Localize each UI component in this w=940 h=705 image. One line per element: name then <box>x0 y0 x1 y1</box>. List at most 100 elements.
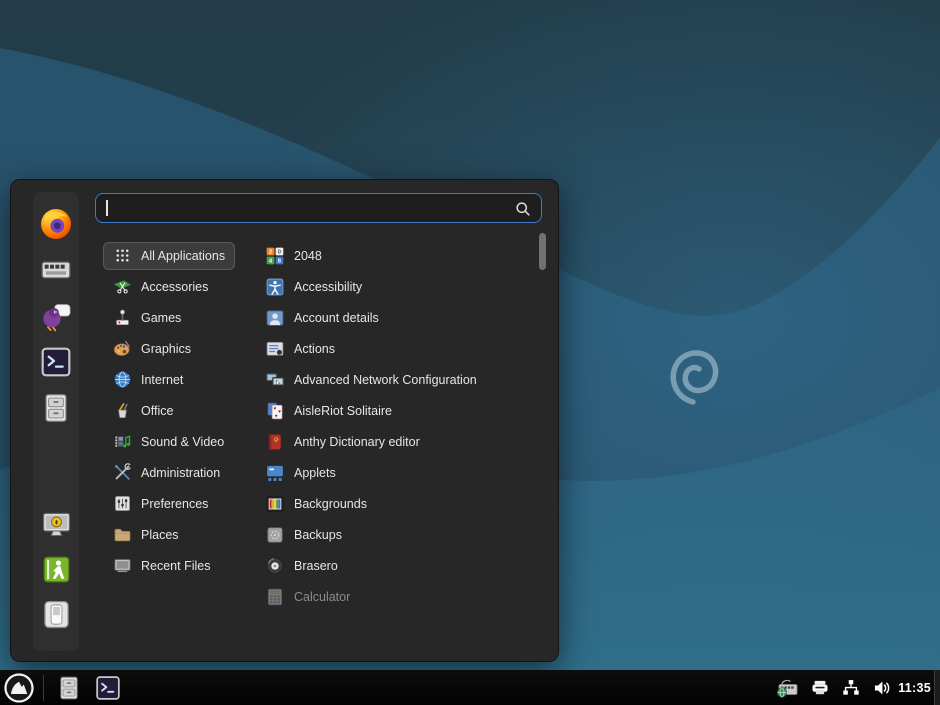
calculator-icon <box>265 587 285 607</box>
app-label: AisleRiot Solitaire <box>294 404 392 418</box>
keyboard-icon <box>40 254 72 286</box>
menu-logo-icon <box>3 672 35 704</box>
category-preferences[interactable]: Preferences <box>103 488 218 519</box>
session-quit-button[interactable] <box>36 594 76 634</box>
application-menu: All Applications Accessories Games Graph… <box>10 179 559 662</box>
app-label: 2048 <box>294 249 322 263</box>
app-label: Calculator <box>294 590 350 604</box>
tray-input-method[interactable] <box>775 676 799 700</box>
app-label: Accessibility <box>294 280 362 294</box>
category-internet[interactable]: Internet <box>103 364 193 395</box>
search-icon <box>513 199 533 224</box>
app-label: Brasero <box>294 559 338 573</box>
administration-icon <box>113 463 132 482</box>
grid-icon <box>113 246 132 265</box>
office-icon <box>113 401 132 420</box>
svg-text:♥: ♥ <box>275 413 278 419</box>
text-cursor <box>106 200 108 216</box>
aisleriot-icon: ♥♥♥ <box>265 401 285 421</box>
brasero-icon <box>265 556 285 576</box>
category-label: Recent Files <box>141 559 210 573</box>
tray-network[interactable] <box>841 678 861 698</box>
category-sound-video[interactable]: Sound & Video <box>103 426 234 457</box>
show-desktop-button[interactable] <box>934 670 940 705</box>
category-graphics[interactable]: Graphics <box>103 333 201 364</box>
launcher-file-manager[interactable] <box>54 673 84 703</box>
category-places[interactable]: Places <box>103 519 189 550</box>
app-2048[interactable]: 2048 2048 <box>255 240 332 271</box>
category-label: Games <box>141 311 181 325</box>
anthy-icon: R <box>265 432 285 452</box>
category-recent-files[interactable]: Recent Files <box>103 550 220 581</box>
category-label: Places <box>141 528 179 542</box>
favorite-keyboard-app[interactable] <box>36 250 76 290</box>
app-label: Anthy Dictionary editor <box>294 435 420 449</box>
app-anthy-dictionary-editor[interactable]: R Anthy Dictionary editor <box>255 426 430 457</box>
app-calculator[interactable]: Calculator <box>255 581 360 612</box>
taskbar: 11:35 <box>0 670 940 705</box>
game-2048-icon: 2048 <box>265 246 285 266</box>
lock-screen-icon <box>41 509 72 540</box>
svg-text:0: 0 <box>278 249 281 255</box>
menu-button[interactable] <box>2 671 35 704</box>
debian-swirl-logo <box>660 340 724 406</box>
app-account-details[interactable]: Account details <box>255 302 389 333</box>
backups-icon <box>265 525 285 545</box>
favorite-file-manager[interactable] <box>36 388 76 428</box>
category-label: Office <box>141 404 173 418</box>
preferences-icon <box>113 494 132 513</box>
firefox-icon <box>38 206 74 242</box>
adv-network-icon <box>265 370 285 390</box>
system-tray <box>775 676 897 700</box>
app-accessibility[interactable]: Accessibility <box>255 271 372 302</box>
graphics-icon <box>113 339 132 358</box>
category-administration[interactable]: Administration <box>103 457 230 488</box>
network-hub-icon <box>841 678 861 698</box>
category-label: Internet <box>141 373 183 387</box>
search-input[interactable] <box>95 193 542 223</box>
app-label: Backgrounds <box>294 497 367 511</box>
places-icon <box>113 525 132 544</box>
svg-text:♥: ♥ <box>274 406 277 412</box>
category-list: All Applications Accessories Games Graph… <box>103 240 273 581</box>
app-actions[interactable]: Actions <box>255 333 345 364</box>
recent-files-icon <box>113 556 132 575</box>
app-backgrounds[interactable]: Backgrounds <box>255 488 377 519</box>
favorite-pidgin[interactable] <box>36 296 76 336</box>
category-label: Administration <box>141 466 220 480</box>
applets-icon <box>265 463 285 483</box>
taskbar-clock[interactable]: 11:35 <box>898 681 931 695</box>
app-label: Account details <box>294 311 379 325</box>
launcher-terminal[interactable] <box>93 673 123 703</box>
app-label: Applets <box>294 466 336 480</box>
tray-printer[interactable] <box>810 678 830 698</box>
games-icon <box>113 308 132 327</box>
terminal-icon <box>40 346 72 378</box>
category-office[interactable]: Office <box>103 395 183 426</box>
log-out-icon <box>41 554 72 585</box>
favorite-firefox[interactable] <box>36 204 76 244</box>
app-label: Advanced Network Configuration <box>294 373 477 387</box>
category-accessories[interactable]: Accessories <box>103 271 218 302</box>
app-backups[interactable]: Backups <box>255 519 352 550</box>
category-games[interactable]: Games <box>103 302 191 333</box>
category-all-applications[interactable]: All Applications <box>103 242 235 270</box>
application-list: 2048 2048 Accessibility Account details A… <box>255 240 543 612</box>
apps-scrollbar[interactable] <box>539 233 546 270</box>
account-icon <box>265 308 285 328</box>
terminal-icon <box>95 675 121 701</box>
app-label: Backups <box>294 528 342 542</box>
tray-volume[interactable] <box>872 678 892 698</box>
accessibility-icon <box>265 277 285 297</box>
app-aisleriot-solitaire[interactable]: ♥♥♥ AisleRiot Solitaire <box>255 395 402 426</box>
sound-video-icon <box>113 432 132 451</box>
session-log-out-button[interactable] <box>36 549 76 589</box>
app-advanced-network-configuration[interactable]: Advanced Network Configuration <box>255 364 487 395</box>
app-applets[interactable]: Applets <box>255 457 346 488</box>
session-lock-screen-button[interactable] <box>36 504 76 544</box>
backgrounds-icon <box>265 494 285 514</box>
pidgin-icon <box>40 300 72 332</box>
category-label: Sound & Video <box>141 435 224 449</box>
app-brasero[interactable]: Brasero <box>255 550 348 581</box>
favorite-terminal[interactable] <box>36 342 76 382</box>
